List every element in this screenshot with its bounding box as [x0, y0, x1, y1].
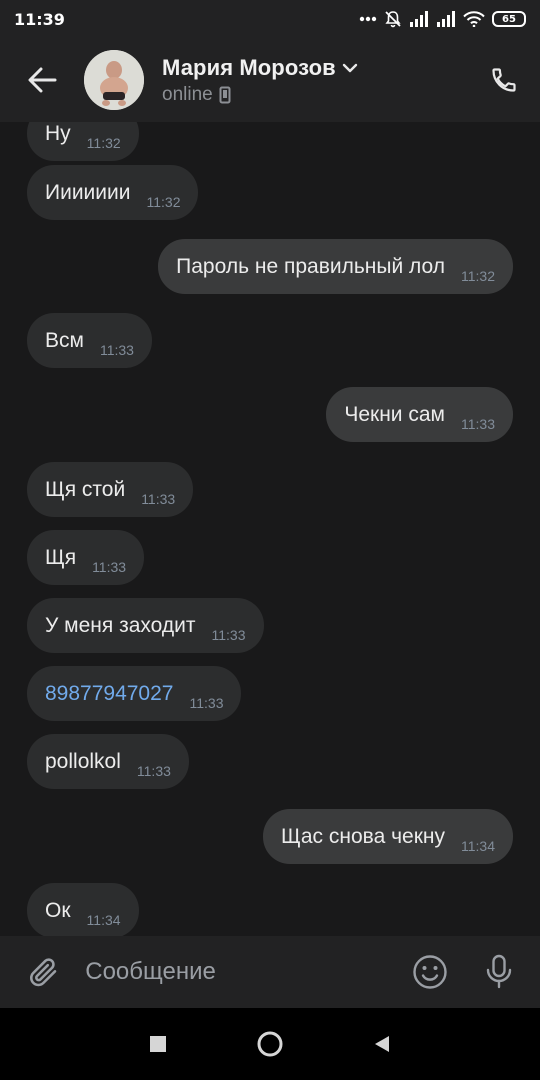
- phone-device-icon: [219, 86, 231, 103]
- back-button[interactable]: [0, 38, 84, 122]
- message-text: Ок: [45, 898, 71, 922]
- contact-status: online: [162, 83, 213, 105]
- message-incoming[interactable]: Всм 11:33: [27, 313, 152, 368]
- voice-message-button[interactable]: [465, 936, 534, 1008]
- message-time: 11:33: [136, 762, 171, 779]
- mute-bell-icon: [385, 11, 401, 28]
- message-incoming[interactable]: Ну 11:32: [27, 122, 139, 161]
- avatar-photo: [84, 50, 144, 110]
- call-button[interactable]: [468, 38, 540, 122]
- status-time: 11:39: [14, 9, 65, 29]
- message-input[interactable]: [85, 936, 396, 1008]
- paperclip-icon: [29, 958, 56, 987]
- message-time: 11:34: [461, 837, 495, 854]
- microphone-icon: [487, 954, 512, 989]
- message-time: 11:33: [461, 415, 495, 432]
- message-text: Всм: [45, 328, 84, 352]
- message-incoming[interactable]: Ок 11:34: [27, 883, 139, 936]
- message-text: Иииииии: [45, 180, 131, 204]
- status-bar: 11:39 65: [0, 0, 540, 38]
- message-time: 11:33: [211, 626, 246, 643]
- message-time: 11:33: [141, 490, 176, 507]
- nav-back-button[interactable]: [326, 1008, 438, 1080]
- message-incoming[interactable]: pollolkol 11:33: [27, 734, 189, 789]
- circle-icon: [257, 1031, 283, 1057]
- message-time: 11:32: [86, 134, 121, 151]
- contact-status-row: online: [162, 84, 358, 106]
- contact-name-row: Мария Морозов: [162, 55, 358, 81]
- message-list[interactable]: Ну 11:32 Иииииии 11:32 Пароль не правиль…: [0, 122, 540, 936]
- message-incoming[interactable]: Иииииии 11:32: [27, 165, 199, 220]
- system-nav-bar: [0, 1008, 540, 1080]
- signal-icon: [437, 11, 455, 27]
- avatar[interactable]: [84, 50, 144, 110]
- wifi-icon: [463, 11, 485, 27]
- dots-icon: [359, 16, 377, 22]
- battery-icon: 65: [492, 11, 526, 27]
- phone-number-link[interactable]: 89877947027: [45, 682, 173, 706]
- smile-icon: [413, 955, 447, 989]
- chevron-down-icon: [342, 63, 357, 72]
- attach-button[interactable]: [0, 936, 85, 1008]
- message-text: У меня заходит: [45, 613, 196, 637]
- message-incoming[interactable]: Щя стой 11:33: [27, 462, 194, 517]
- message-time: 11:33: [99, 341, 134, 358]
- message-text: pollolkol: [45, 749, 121, 773]
- message-time: 11:33: [92, 558, 127, 575]
- signal-icon: [410, 11, 428, 27]
- recents-button[interactable]: [102, 1008, 214, 1080]
- battery-level: 65: [502, 13, 516, 25]
- message-text: Ну: [45, 122, 71, 145]
- message-outgoing[interactable]: Чекни сам 11:33: [326, 387, 513, 442]
- chat-header: Мария Морозов online: [0, 38, 540, 122]
- message-time: 11:34: [86, 911, 121, 928]
- status-icons: 65: [359, 10, 526, 28]
- message-time: 11:32: [146, 193, 181, 210]
- arrow-left-icon: [28, 67, 57, 93]
- message-text: Пароль не правильный лол: [176, 254, 445, 278]
- emoji-button[interactable]: [395, 936, 464, 1008]
- message-text: Щя: [45, 545, 77, 569]
- message-composer: [0, 936, 540, 1008]
- square-icon: [150, 1036, 166, 1052]
- message-text: Чекни сам: [344, 402, 445, 426]
- message-text: Щас снова чекну: [280, 824, 445, 848]
- contact-name: Мария Морозов: [162, 54, 336, 80]
- phone-call-icon: [492, 68, 516, 92]
- message-incoming[interactable]: Щя 11:33: [27, 530, 145, 585]
- triangle-back-icon: [375, 1036, 389, 1052]
- message-text: Щя стой: [45, 477, 126, 501]
- contact-info[interactable]: Мария Морозов online: [162, 55, 358, 106]
- message-time: 11:32: [461, 267, 495, 284]
- home-button[interactable]: [214, 1008, 326, 1080]
- message-outgoing[interactable]: Пароль не правильный лол 11:32: [158, 239, 513, 294]
- message-outgoing[interactable]: Щас снова чекну 11:34: [262, 809, 513, 864]
- message-time: 11:33: [189, 694, 224, 711]
- message-incoming[interactable]: У меня заходит 11:33: [27, 598, 264, 653]
- message-incoming[interactable]: 89877947027 11:33: [27, 666, 242, 721]
